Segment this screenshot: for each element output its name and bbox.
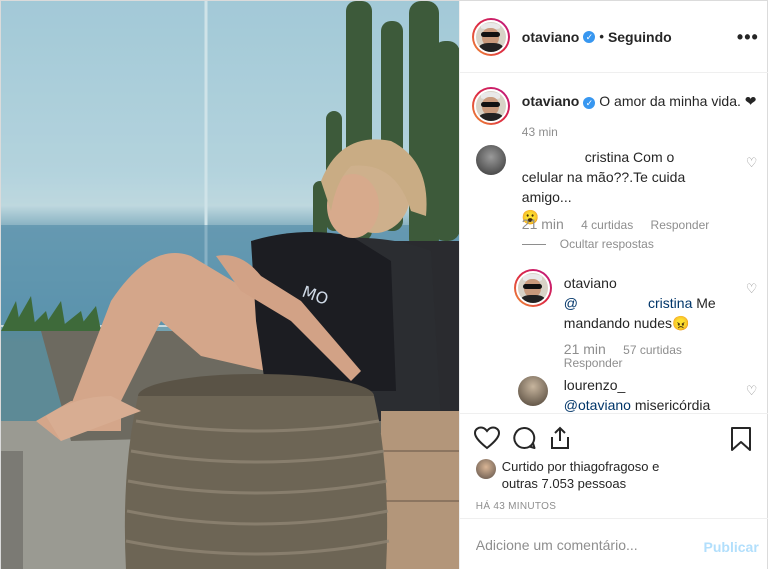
author-username[interactable]: otaviano: [522, 29, 580, 45]
reply2-avatar-wrap: [517, 376, 548, 406]
reply-avatar-wrap: [513, 269, 552, 307]
comment-meta: 21 min 4 curtidas Responder: [522, 216, 723, 232]
liked-by-suffix: e: [652, 459, 660, 474]
comment-reply-button[interactable]: Responder: [651, 218, 710, 232]
reply-reply-button[interactable]: Responder: [564, 356, 623, 370]
liked-by-others[interactable]: outras 7.053 pessoas: [502, 476, 626, 491]
reply-likes[interactable]: 57 curtidas: [623, 343, 682, 357]
caption-time: 43 min: [521, 125, 558, 139]
liked-by-user[interactable]: thiagofragoso: [570, 459, 649, 474]
caption-avatar[interactable]: [471, 87, 510, 125]
comment-avatar-wrap: [475, 145, 506, 175]
add-comment-bar: Publicar: [459, 518, 768, 569]
comment-username[interactable]: xxxxxxxxxcristina: [522, 149, 629, 165]
verified-badge-icon: ✓: [583, 30, 596, 43]
instagram-post: MO otaviano ✓ • Seguindo ••• otaviano ✓ …: [0, 0, 768, 569]
reply2: lourenzo_ @otaviano misericórdia: [564, 375, 739, 413]
photo-illustration: MO: [1, 1, 459, 569]
separator-dot: •: [599, 29, 604, 44]
liked-by-avatar-wrap: [475, 459, 496, 479]
author-avatar[interactable]: [471, 17, 510, 56]
hide-replies[interactable]: Ocultar respostas: [521, 237, 668, 251]
post-actions: Curtido por thiagofragoso e outras 7.053…: [459, 413, 768, 513]
bookmark-icon[interactable]: [730, 426, 752, 452]
more-icon[interactable]: •••: [737, 27, 759, 48]
comment-avatar[interactable]: [475, 145, 506, 175]
reply-username[interactable]: otaviano: [564, 275, 617, 291]
comments-list: otaviano ✓ O amor da minha vida. ❤ 43 min…: [460, 73, 768, 413]
post-photo[interactable]: MO: [1, 1, 459, 569]
caption-text: O amor da minha vida. ❤: [599, 93, 757, 109]
reply2-like-heart-icon[interactable]: ♡: [746, 383, 758, 399]
reply: otaviano @xxxxxxxxxxcristina Me mandando…: [564, 273, 739, 333]
share-icon[interactable]: [548, 426, 572, 450]
reply-meta: 21 min 57 curtidas: [564, 341, 696, 357]
reply-avatar[interactable]: [513, 269, 552, 307]
liked-by-avatar[interactable]: [475, 459, 496, 479]
comment-text-line1: Com o: [633, 149, 675, 165]
caption: otaviano ✓ O amor da minha vida. ❤: [522, 91, 762, 111]
verified-badge-icon: ✓: [583, 97, 596, 109]
reply-time: 21 min: [563, 341, 606, 357]
reply-text-line2: mandando nudes😠: [563, 315, 690, 331]
liked-by: Curtido por thiagofragoso e outras 7.053…: [502, 458, 660, 492]
publish-button[interactable]: Publicar: [704, 539, 759, 555]
hide-replies-line: [521, 243, 546, 245]
reply2-avatar[interactable]: [517, 376, 548, 406]
comment-icon[interactable]: [512, 426, 536, 450]
comment-like-heart-icon[interactable]: ♡: [746, 155, 758, 171]
reply-text-tail: Me: [696, 295, 716, 311]
post-timestamp[interactable]: HÁ 43 MINUTOS: [476, 501, 556, 512]
comment-text-line2: celular na mão??.Te cuida amigo...: [521, 169, 686, 205]
hide-replies-label[interactable]: Ocultar respostas: [560, 237, 654, 251]
comment-input[interactable]: [475, 537, 696, 553]
post-side-panel: otaviano ✓ • Seguindo ••• otaviano ✓ O am…: [458, 1, 768, 569]
following-button[interactable]: Seguindo: [608, 29, 672, 45]
post-header: otaviano ✓ • Seguindo •••: [459, 1, 768, 73]
header-info: otaviano ✓ • Seguindo: [522, 29, 672, 45]
reply-like-heart-icon[interactable]: ♡: [746, 281, 758, 297]
comment: xxxxxxxxxcristina Com o celular na mão??…: [522, 147, 736, 227]
reply2-text: misericórdia: [634, 397, 711, 413]
heart-icon[interactable]: [473, 426, 500, 450]
caption-avatar-wrap: [471, 87, 510, 125]
caption-username[interactable]: otaviano: [522, 93, 580, 109]
reply2-mention[interactable]: @otaviano: [564, 397, 631, 413]
liked-by-prefix: Curtido por: [501, 459, 567, 474]
comment-time: 21 min: [521, 216, 564, 232]
reply2-username[interactable]: lourenzo_: [564, 377, 626, 393]
comment-likes[interactable]: 4 curtidas: [581, 218, 633, 232]
reply-mention[interactable]: @xxxxxxxxxxcristina: [564, 295, 693, 311]
